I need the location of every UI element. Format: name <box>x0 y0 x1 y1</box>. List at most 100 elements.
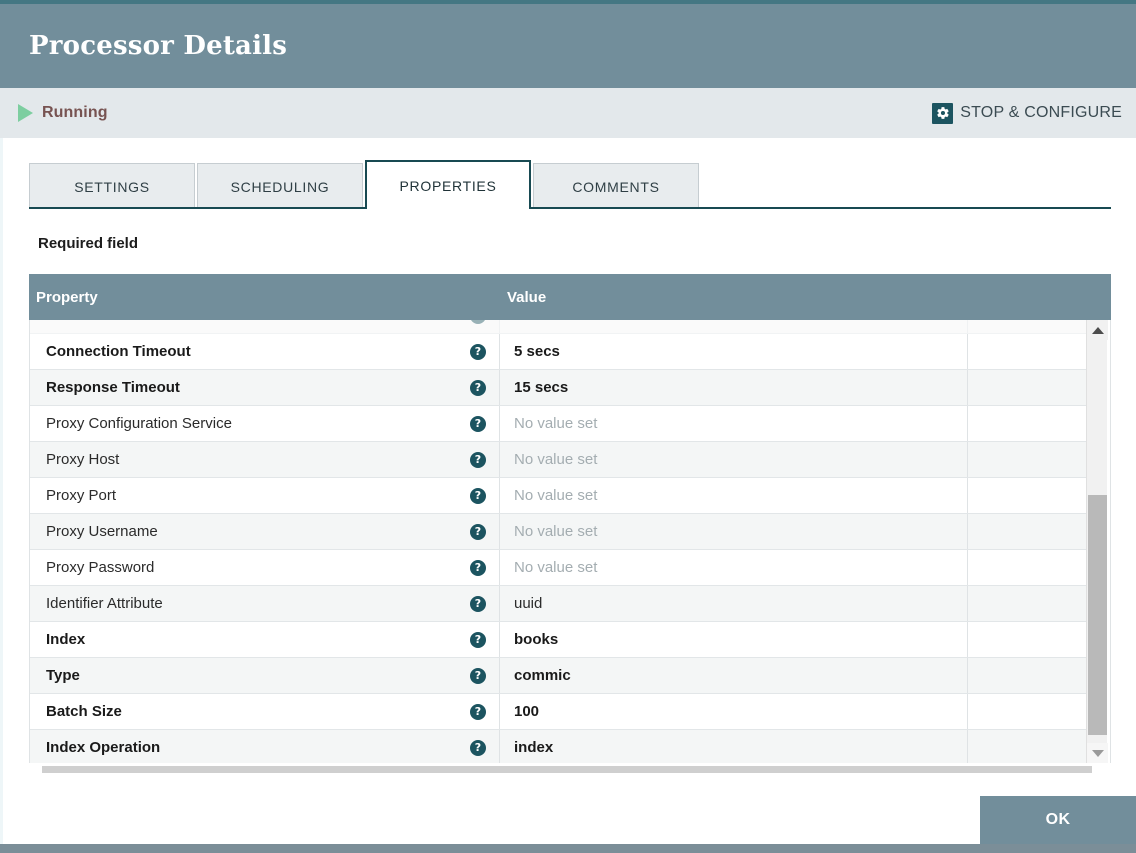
table-row[interactable]: Connection Timeout? 5 secs <box>30 334 1089 370</box>
property-cell: Password? <box>30 320 500 333</box>
horizontal-scrollbar-thumb[interactable] <box>42 766 1092 773</box>
actions-cell <box>968 658 1089 693</box>
property-value: 5 secs <box>514 343 560 360</box>
table-row[interactable]: Proxy Host? No value set <box>30 442 1089 478</box>
required-field-legend: Required field <box>38 235 139 252</box>
horizontal-scrollbar[interactable] <box>30 764 1108 774</box>
chevron-down-icon <box>1091 749 1104 757</box>
table-rows-viewport: Password?Connection Timeout?5 secsRespon… <box>30 320 1089 763</box>
tabs-underline <box>29 207 1111 209</box>
tab-settings[interactable]: SETTINGS <box>29 163 195 209</box>
property-cell: Response Timeout? <box>30 370 500 405</box>
table-row[interactable]: Identifier Attribute? uuid <box>30 586 1089 622</box>
stop-and-configure-button[interactable]: STOP & CONFIGURE <box>926 99 1128 128</box>
property-name: Connection Timeout <box>46 343 191 360</box>
help-circle-icon[interactable]: ? <box>470 379 486 396</box>
property-value: No value set <box>514 487 598 504</box>
table-row[interactable]: Proxy Port? No value set <box>30 478 1089 514</box>
value-cell[interactable]: 15 secs <box>500 370 968 405</box>
processor-details-dialog: Processor Details Running STOP & CONFIGU… <box>0 0 1136 853</box>
property-value: No value set <box>514 451 598 468</box>
column-header-property: Property <box>36 288 98 306</box>
value-cell[interactable]: No value set <box>500 478 968 513</box>
dialog-header: Processor Details <box>0 4 1136 88</box>
table-body: Password?Connection Timeout?5 secsRespon… <box>29 320 1111 763</box>
vertical-scrollbar-thumb[interactable] <box>1088 495 1107 735</box>
property-value: No value set <box>514 559 598 576</box>
property-name: Response Timeout <box>46 379 180 396</box>
property-name: Type <box>46 667 80 684</box>
page-title: Processor Details <box>29 31 288 61</box>
actions-cell <box>968 478 1089 513</box>
table-row[interactable]: Password? <box>30 320 1089 334</box>
help-circle-icon[interactable]: ? <box>470 523 486 540</box>
column-header-value: Value <box>507 288 547 306</box>
property-name: Proxy Host <box>46 451 120 468</box>
ok-button[interactable]: OK <box>980 796 1136 844</box>
help-circle-icon[interactable]: ? <box>470 703 486 720</box>
actions-cell <box>968 514 1089 549</box>
help-circle-icon[interactable]: ? <box>470 631 486 648</box>
help-circle-icon[interactable]: ? <box>470 320 486 324</box>
actions-cell <box>968 586 1089 621</box>
tab-comments[interactable]: COMMENTS <box>533 163 699 209</box>
help-circle-icon[interactable]: ? <box>470 595 486 612</box>
status-bar: Running STOP & CONFIGURE <box>0 88 1136 138</box>
property-name: Proxy Password <box>46 559 155 576</box>
value-cell[interactable] <box>500 320 968 333</box>
table-header-row: Property Value <box>29 274 1111 320</box>
value-cell[interactable]: 5 secs <box>500 334 968 369</box>
table-row[interactable]: Response Timeout? 15 secs <box>30 370 1089 406</box>
value-cell[interactable]: commic <box>500 658 968 693</box>
help-circle-icon[interactable]: ? <box>470 739 486 756</box>
table-row[interactable]: Index? books <box>30 622 1089 658</box>
table-row[interactable]: Proxy Username? No value set <box>30 514 1089 550</box>
property-name: Batch Size <box>46 703 122 720</box>
tab-scheduling[interactable]: SCHEDULING <box>197 163 363 209</box>
property-value: 100 <box>514 703 540 720</box>
help-circle-icon[interactable]: ? <box>470 559 486 576</box>
property-cell: Proxy Port? <box>30 478 500 513</box>
property-name: Proxy Username <box>46 523 158 540</box>
value-cell[interactable]: No value set <box>500 406 968 441</box>
help-circle-icon[interactable]: ? <box>470 667 486 684</box>
value-cell[interactable]: No value set <box>500 550 968 585</box>
actions-cell <box>968 622 1089 657</box>
help-circle-icon[interactable]: ? <box>470 451 486 468</box>
table-row[interactable]: Index Operation? index <box>30 730 1089 763</box>
scroll-down-button[interactable] <box>1087 743 1108 763</box>
table-row[interactable]: Type? commic <box>30 658 1089 694</box>
property-value: commic <box>514 667 571 684</box>
property-name: Index Operation <box>46 739 161 756</box>
properties-table: Property Value Password?Connection Timeo… <box>29 274 1111 763</box>
value-cell[interactable]: index <box>500 730 968 763</box>
tab-scheduling-label: SCHEDULING <box>230 178 330 195</box>
property-cell: Index? <box>30 622 500 657</box>
scroll-up-button[interactable] <box>1087 320 1108 340</box>
help-circle-icon[interactable]: ? <box>470 343 486 360</box>
tab-settings-label: SETTINGS <box>74 178 150 195</box>
actions-cell <box>968 370 1089 405</box>
help-circle-icon[interactable]: ? <box>470 415 486 432</box>
property-cell: Connection Timeout? <box>30 334 500 369</box>
help-circle-icon[interactable]: ? <box>470 487 486 504</box>
tab-properties[interactable]: PROPERTIES <box>365 160 531 212</box>
property-value: books <box>514 631 559 648</box>
actions-cell <box>968 694 1089 729</box>
play-triangle-icon <box>18 104 33 122</box>
value-cell[interactable]: 100 <box>500 694 968 729</box>
dialog-bottom-bar <box>0 844 1136 853</box>
table-row[interactable]: Proxy Configuration Service? No value set <box>30 406 1089 442</box>
table-row[interactable]: Batch Size? 100 <box>30 694 1089 730</box>
property-cell: Identifier Attribute? <box>30 586 500 621</box>
value-cell[interactable]: No value set <box>500 442 968 477</box>
gear-icon <box>932 102 954 124</box>
actions-cell <box>968 730 1089 763</box>
property-name: Index <box>46 631 86 648</box>
table-row[interactable]: Proxy Password? No value set <box>30 550 1089 586</box>
value-cell[interactable]: uuid <box>500 586 968 621</box>
value-cell[interactable]: books <box>500 622 968 657</box>
value-cell[interactable]: No value set <box>500 514 968 549</box>
actions-cell <box>968 320 1089 333</box>
vertical-scrollbar[interactable] <box>1086 320 1108 763</box>
